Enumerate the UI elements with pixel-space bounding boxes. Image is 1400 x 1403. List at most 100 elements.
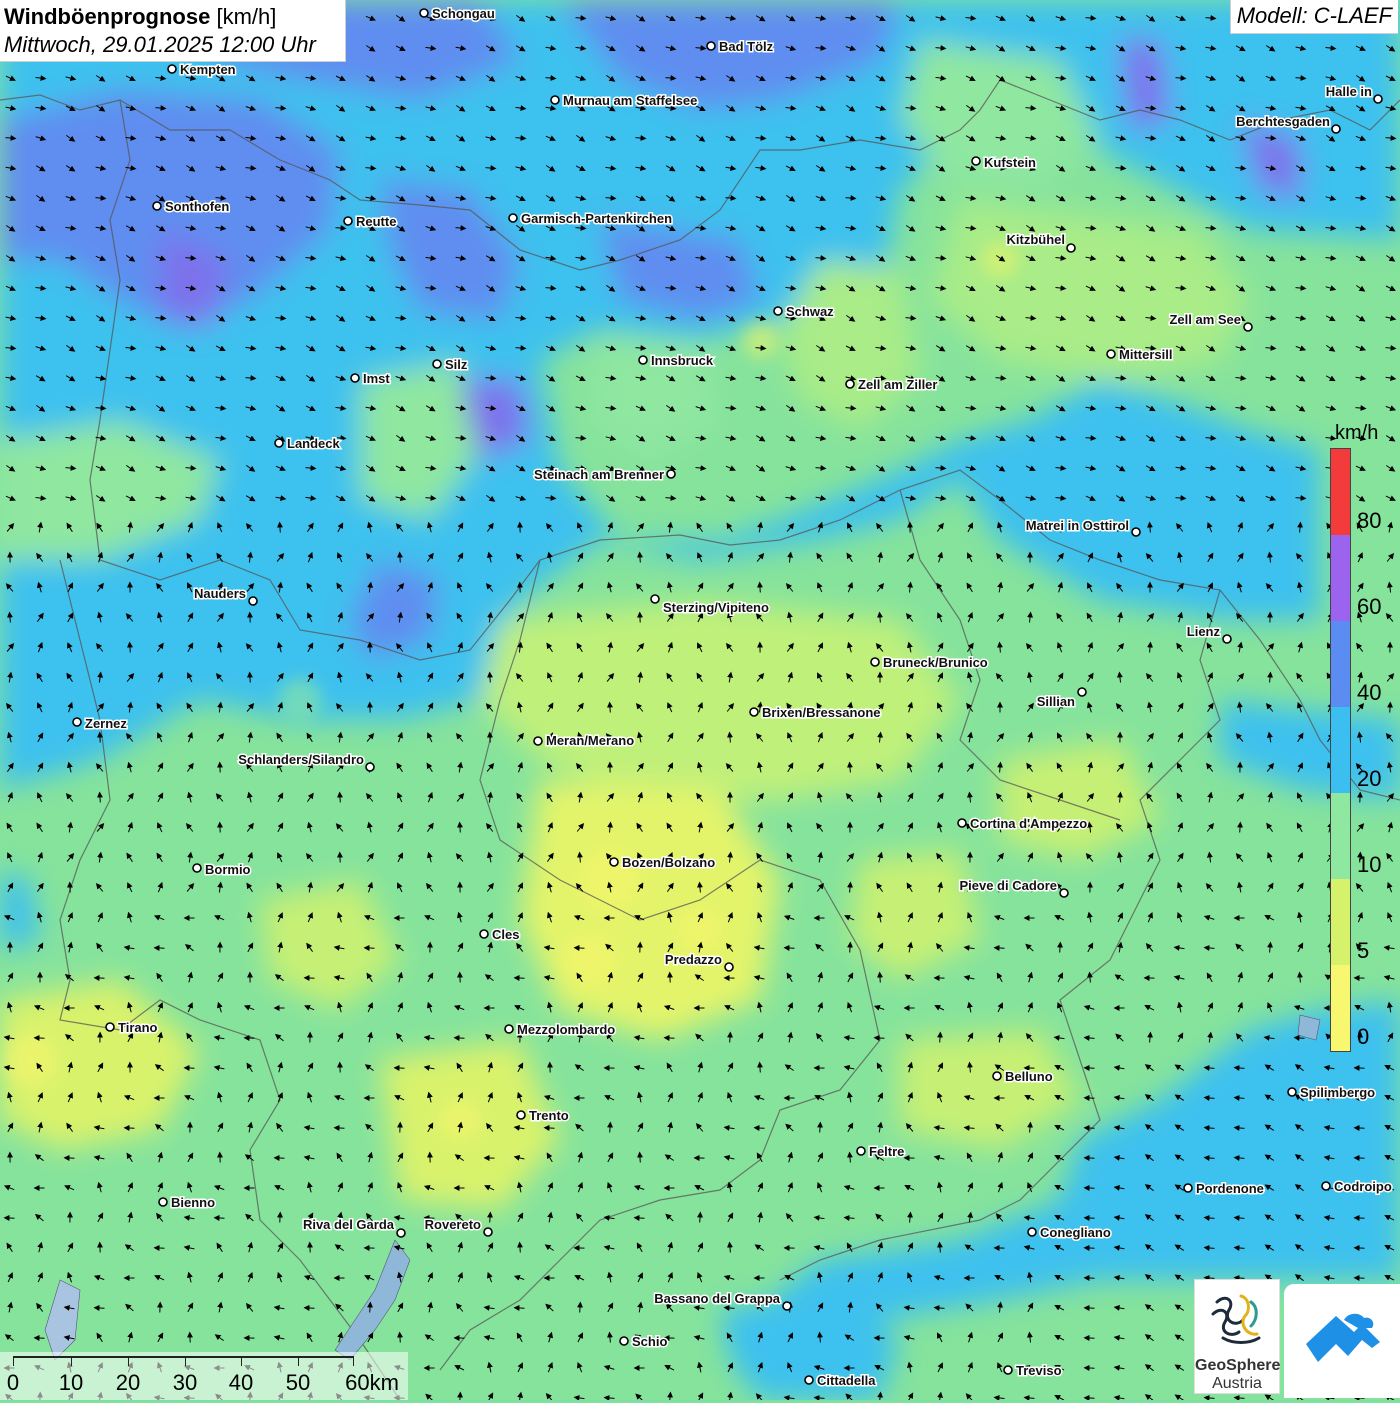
city-dot [1004, 1366, 1012, 1374]
scale-label: 30 [173, 1370, 197, 1396]
logo-name-line1: GeoSphere [1195, 1357, 1279, 1375]
wind-arrow [760, 1064, 761, 1073]
logo-name-line2: Austria [1195, 1375, 1279, 1393]
city-dot [846, 380, 854, 388]
city-dot [275, 439, 283, 447]
city-label: Lienz [1187, 624, 1221, 639]
mountain-app-icon [1284, 1284, 1400, 1398]
city-label: Brixen/Bressanone [762, 705, 881, 720]
city-dot [1028, 1228, 1036, 1236]
city-dot [750, 708, 758, 716]
city-dot [159, 1198, 167, 1206]
city-label: Meran/Merano [546, 733, 634, 748]
legend-label: 40 [1357, 680, 1381, 706]
city-dot [1184, 1184, 1192, 1192]
city-label: Spilimbergo [1300, 1085, 1375, 1100]
city-label: Innsbruck [651, 353, 714, 368]
city-dot [774, 307, 782, 315]
wind-arrow [576, 948, 585, 949]
city-label: Sonthofen [165, 199, 229, 214]
city-label: Cles [492, 927, 519, 942]
city-label: Imst [363, 371, 390, 386]
city-label: Schlanders/Silandro [238, 752, 364, 767]
city-label: Bienno [171, 1195, 215, 1210]
city-label: Bad Tölz [719, 39, 774, 54]
city-dot [1223, 635, 1231, 643]
legend-swatch [1331, 449, 1350, 535]
city-dot [106, 1023, 114, 1031]
city-dot [871, 658, 879, 666]
map-title: Windböenprognose [km/h] [4, 3, 345, 31]
city-label: Kitzbühel [1007, 232, 1066, 247]
wind-arrow [700, 1214, 701, 1223]
forecast-datetime: Mittwoch, 29.01.2025 12:00 Uhr [4, 31, 345, 59]
wind-arrow [880, 974, 881, 983]
city-dot [725, 963, 733, 971]
city-dot [1060, 889, 1068, 897]
wind-arrow [340, 794, 341, 803]
wind-arrow [490, 1214, 491, 1223]
wind-arrow [610, 704, 611, 713]
scale-label: 40 [229, 1370, 253, 1396]
city-dot [153, 202, 161, 210]
legend-swatch [1331, 535, 1350, 621]
city-dot [857, 1147, 865, 1155]
wind-arrow [640, 1154, 641, 1163]
city-label: Schwaz [786, 304, 834, 319]
geosphere-logo[interactable]: GeoSphere Austria [1194, 1279, 1280, 1394]
city-dot [1132, 528, 1140, 536]
city-dot [509, 214, 517, 222]
legend-label: 0 [1357, 1024, 1369, 1050]
city-label: Reutte [356, 214, 396, 229]
scale-tick [128, 1356, 129, 1366]
wind-arrow [96, 1308, 105, 1309]
city-label: Kufstein [984, 155, 1036, 170]
legend-label: 80 [1357, 508, 1381, 534]
color-legend: km/h 806040201050 [1325, 418, 1400, 1058]
city-label: Silz [445, 357, 468, 372]
wind-arrow [456, 1038, 465, 1039]
wind-gust-map[interactable]: SchongauBad TölzKemptenMurnau am Staffel… [0, 0, 1400, 1400]
scale-bar: 0102030405060km [0, 1352, 408, 1400]
legend-swatch [1331, 707, 1350, 793]
scale-tick [13, 1356, 14, 1366]
city-label: Belluno [1005, 1069, 1053, 1084]
city-label: Landeck [287, 436, 341, 451]
city-dot [168, 65, 176, 73]
city-dot [1078, 688, 1086, 696]
map-title-box: Windböenprognose [km/h] Mittwoch, 29.01.… [0, 0, 346, 62]
legend-unit: km/h [1335, 422, 1378, 445]
city-dot [1322, 1182, 1330, 1190]
city-label: Treviso [1016, 1363, 1062, 1378]
app-logo[interactable] [1284, 1284, 1400, 1398]
scale-label: 10 [59, 1370, 83, 1396]
map-title-unit: [km/h] [216, 4, 276, 29]
wind-arrow [996, 948, 1005, 949]
city-label: Pieve di Cadore [959, 878, 1057, 893]
wind-arrow [516, 1308, 525, 1309]
city-label: Trento [529, 1108, 569, 1123]
city-label: Bormio [205, 862, 251, 877]
city-label: Berchtesgaden [1236, 114, 1330, 129]
city-label: Zernez [85, 716, 127, 731]
wind-arrow [460, 824, 461, 833]
city-label: Matrei in Osttirol [1026, 518, 1129, 533]
city-dot [1107, 350, 1115, 358]
city-dot [783, 1302, 791, 1310]
wind-arrow [216, 1218, 225, 1219]
wind-arrow [940, 1034, 941, 1043]
wind-arrow [850, 944, 851, 953]
city-label: Rovereto [425, 1217, 481, 1232]
wind-arrow [100, 794, 101, 803]
city-label: Riva del Garda [303, 1217, 395, 1232]
city-dot [505, 1025, 513, 1033]
wind-arrow [756, 1128, 765, 1129]
scale-tick [353, 1356, 354, 1366]
city-dot [620, 1337, 628, 1345]
wind-arrow [370, 1304, 371, 1313]
wind-arrow [730, 1034, 731, 1043]
city-dot [433, 360, 441, 368]
city-dot [534, 737, 542, 745]
geosphere-logo-icon [1195, 1280, 1279, 1356]
wind-arrow [490, 674, 491, 683]
